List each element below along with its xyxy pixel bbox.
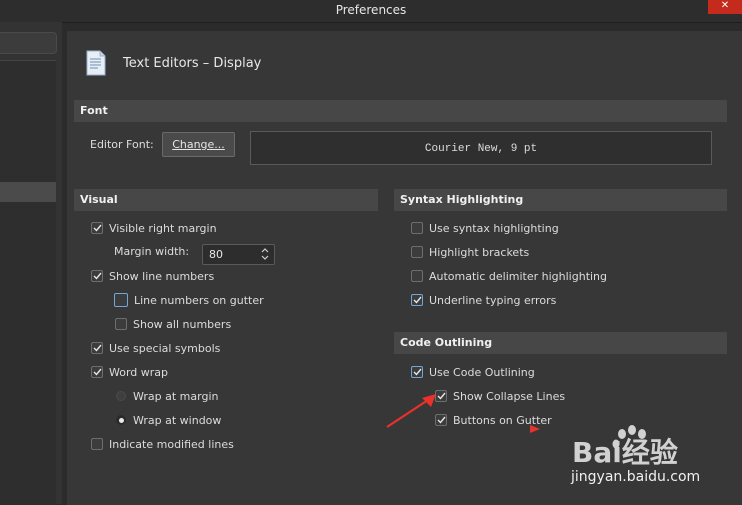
page-title: Text Editors – Display [123,56,262,71]
preferences-tree[interactable] [0,60,56,505]
watermark-url: jingyan.baidu.com [571,469,701,485]
use-syntax-highlighting-checkbox[interactable]: Use syntax highlighting [411,219,559,237]
show-collapse-lines-label: Show Collapse Lines [453,389,566,403]
check-icon [91,222,103,234]
use-special-symbols-label: Use special symbols [109,341,221,355]
underline-typing-errors-label: Underline typing errors [429,293,557,307]
wrap-at-window-radio[interactable]: Wrap at window [116,411,221,429]
show-line-numbers-checkbox[interactable]: Show line numbers [91,267,214,285]
empty-checkbox-icon [91,438,103,450]
line-numbers-on-gutter-label: Line numbers on gutter [134,293,264,307]
show-line-numbers-label: Show line numbers [109,269,215,283]
nav-filter-input[interactable] [0,32,57,54]
automatic-delimiter-checkbox[interactable]: Automatic delimiter highlighting [411,267,607,285]
highlight-brackets-label: Highlight brackets [429,245,530,259]
check-icon [91,366,103,378]
use-syntax-highlighting-label: Use syntax highlighting [429,221,559,235]
empty-checkbox-icon [115,318,127,330]
empty-checkbox-icon [411,222,423,234]
word-wrap-checkbox[interactable]: Word wrap [91,363,168,381]
close-button[interactable]: ✕ [708,0,742,14]
radio-empty-icon [116,391,126,401]
check-icon [91,270,103,282]
tree-item-selected[interactable] [0,182,56,202]
spinner-arrows-icon[interactable] [260,246,270,262]
indicate-modified-lines-checkbox[interactable]: Indicate modified lines [91,435,234,453]
indicate-modified-lines-label: Indicate modified lines [109,437,234,451]
use-special-symbols-checkbox[interactable]: Use special symbols [91,339,220,357]
highlight-brackets-checkbox[interactable]: Highlight brackets [411,243,529,261]
check-icon [411,366,423,378]
empty-checkbox-icon [411,270,423,282]
document-icon [86,50,106,76]
left-nav-panel [0,22,62,505]
font-preview: Courier New, 9 pt [250,131,712,165]
use-code-outlining-checkbox[interactable]: Use Code Outlining [411,363,535,381]
syntax-section-header: Syntax Highlighting [394,189,727,211]
baidu-watermark-logo: Bai经验 [572,425,678,469]
underline-typing-errors-checkbox[interactable]: Underline typing errors [411,291,556,309]
check-icon [411,294,423,306]
outlining-section-header: Code Outlining [394,332,727,354]
line-numbers-on-gutter-checkbox[interactable]: Line numbers on gutter [114,291,264,309]
svg-text:Bai经验: Bai经验 [572,436,678,469]
visual-section-header: Visual [74,189,378,211]
show-all-numbers-label: Show all numbers [133,317,232,331]
change-font-button-label: Change... [172,138,225,151]
visible-right-margin-label: Visible right margin [109,221,217,235]
show-all-numbers-checkbox[interactable]: Show all numbers [115,315,231,333]
title-bar: Preferences ✕ [0,0,742,23]
font-section-header: Font [74,100,727,122]
empty-checkbox-icon [114,293,128,307]
show-collapse-lines-checkbox[interactable]: Show Collapse Lines [435,387,565,405]
use-code-outlining-label: Use Code Outlining [429,365,535,379]
word-wrap-label: Word wrap [109,365,169,379]
window-title: Preferences [335,3,407,17]
automatic-delimiter-label: Automatic delimiter highlighting [429,269,608,283]
margin-width-spinner[interactable]: 80 [202,244,275,265]
annotation-marker-icon [530,425,540,433]
wrap-at-window-label: Wrap at window [133,413,222,427]
wrap-at-margin-radio[interactable]: Wrap at margin [116,387,218,405]
empty-checkbox-icon [411,246,423,258]
check-icon [91,342,103,354]
editor-font-label: Editor Font: [90,138,154,151]
visible-right-margin-checkbox[interactable]: Visible right margin [91,219,217,237]
annotation-arrow-icon [386,394,436,428]
change-font-button[interactable]: Change... [162,132,235,157]
margin-width-value: 80 [209,248,223,261]
wrap-at-margin-label: Wrap at margin [133,389,219,403]
margin-width-label: Margin width: [114,245,190,258]
radio-selected-icon [116,415,126,425]
